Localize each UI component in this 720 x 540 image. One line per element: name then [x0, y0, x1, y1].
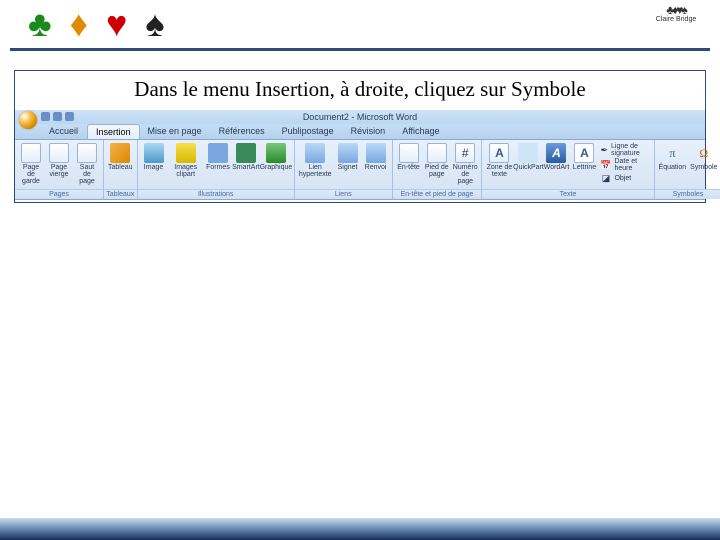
equation-button[interactable]: π Équation	[659, 143, 687, 171]
office-button[interactable]	[19, 111, 37, 129]
dropcap-button[interactable]: A Lettrine	[572, 143, 596, 171]
suit-icons: ♣ ♦ ♥ ♠	[28, 6, 165, 42]
qat-redo-icon[interactable]	[65, 112, 74, 121]
page-break-button[interactable]: Saut de page	[75, 143, 99, 185]
header-icon	[399, 143, 419, 163]
diamond-icon: ♦	[70, 6, 88, 42]
date-time-button[interactable]: 📅 Date et heure	[600, 158, 649, 172]
cover-page-button[interactable]: Page de garde	[19, 143, 43, 185]
quickpart-button[interactable]: QuickPart	[516, 143, 540, 171]
tab-references[interactable]: Références	[211, 124, 274, 139]
spade-icon: ♠	[145, 6, 164, 42]
crossref-icon	[366, 143, 386, 163]
group-illustrations-label: Illustrations	[138, 189, 294, 199]
footer-icon	[427, 143, 447, 163]
ribbon: Page de garde Page vierge Saut de page P…	[15, 140, 705, 200]
club-icon: ♣	[28, 6, 52, 42]
word-titlebar: Document2 - Microsoft Word	[15, 110, 705, 124]
smartart-icon	[236, 143, 256, 163]
page-number-icon: #	[455, 143, 475, 163]
table-icon	[110, 143, 130, 163]
clipart-icon	[176, 143, 196, 163]
quick-access-toolbar[interactable]	[41, 112, 74, 121]
pi-icon: π	[662, 143, 682, 163]
brand-logo-text: Claire Bridge	[646, 16, 706, 23]
crossref-button[interactable]: Renvoi	[364, 143, 388, 171]
group-text: A Zone de texte QuickPart A WordArt A Le…	[482, 140, 654, 199]
group-header-footer: En-tête Pied de page # Numéro de page En…	[393, 140, 483, 199]
page-number-button[interactable]: # Numéro de page	[453, 143, 477, 185]
quickpart-icon	[518, 143, 538, 163]
blank-page-button[interactable]: Page vierge	[47, 143, 71, 178]
tab-revision[interactable]: Révision	[343, 124, 395, 139]
textbox-button[interactable]: A Zone de texte	[486, 143, 512, 178]
bookmark-button[interactable]: Signet	[336, 143, 360, 171]
qat-undo-icon[interactable]	[53, 112, 62, 121]
wordart-button[interactable]: A WordArt	[544, 143, 568, 171]
object-button[interactable]: ◪ Objet	[600, 173, 649, 184]
group-illustrations: Image Images clipart Formes SmartArt	[138, 140, 295, 199]
smartart-button[interactable]: SmartArt	[234, 143, 258, 171]
wordart-icon: A	[546, 143, 566, 163]
textbox-icon: A	[489, 143, 509, 163]
tab-accueil[interactable]: Accueil	[41, 124, 87, 139]
hyperlink-icon	[305, 143, 325, 163]
word-window: Document2 - Microsoft Word Accueil Inser…	[15, 110, 705, 200]
instruction-text: Dans le menu Insertion, à droite, clique…	[15, 71, 705, 110]
group-symbols-label: Symboles	[655, 189, 720, 199]
group-text-label: Texte	[482, 189, 653, 199]
symbol-button[interactable]: Ω Symbole	[690, 143, 717, 171]
heart-icon: ♥	[106, 6, 127, 42]
shapes-icon	[208, 143, 228, 163]
omega-icon: Ω	[694, 143, 714, 163]
bookmark-icon	[338, 143, 358, 163]
calendar-icon: 📅	[600, 160, 611, 171]
image-icon	[144, 143, 164, 163]
group-pages: Page de garde Page vierge Saut de page P…	[15, 140, 104, 199]
hyperlink-button[interactable]: Lien hypertexte	[299, 143, 332, 178]
signature-line-button[interactable]: ✒ Ligne de signature	[600, 143, 649, 157]
dropcap-icon: A	[574, 143, 594, 163]
object-icon: ◪	[600, 173, 611, 184]
footer-button[interactable]: Pied de page	[425, 143, 449, 178]
page-break-icon	[77, 143, 97, 163]
footer-bar	[0, 518, 720, 540]
chart-icon	[266, 143, 286, 163]
blank-page-icon	[49, 143, 69, 163]
chart-button[interactable]: Graphique	[262, 143, 290, 171]
shapes-button[interactable]: Formes	[206, 143, 230, 171]
instruction-callout: Dans le menu Insertion, à droite, clique…	[14, 70, 706, 203]
tab-affichage[interactable]: Affichage	[394, 124, 448, 139]
group-links: Lien hypertexte Signet Renvoi Liens	[295, 140, 393, 199]
ribbon-tabs: Accueil Insertion Mise en page Référence…	[15, 124, 705, 140]
tab-insertion[interactable]: Insertion	[87, 124, 140, 139]
clipart-button[interactable]: Images clipart	[170, 143, 202, 178]
group-tables: Tableau Tableaux	[104, 140, 138, 199]
table-button[interactable]: Tableau	[108, 143, 133, 171]
tab-mise-en-page[interactable]: Mise en page	[140, 124, 211, 139]
group-tables-label: Tableaux	[104, 189, 137, 199]
group-header-footer-label: En-tête et pied de page	[393, 189, 482, 199]
header-rule	[10, 48, 710, 51]
brand-logo-suits: ♣♦♥♠	[646, 4, 706, 16]
group-symbols: π Équation Ω Symbole Symboles	[655, 140, 720, 199]
header-button[interactable]: En-tête	[397, 143, 421, 171]
image-button[interactable]: Image	[142, 143, 166, 171]
word-title: Document2 - Microsoft Word	[303, 112, 417, 122]
brand-logo: ♣♦♥♠ Claire Bridge	[646, 4, 706, 23]
cover-page-icon	[21, 143, 41, 163]
tab-publipostage[interactable]: Publipostage	[274, 124, 343, 139]
qat-save-icon[interactable]	[41, 112, 50, 121]
group-pages-label: Pages	[15, 189, 103, 199]
signature-icon: ✒	[600, 145, 608, 156]
group-links-label: Liens	[295, 189, 392, 199]
